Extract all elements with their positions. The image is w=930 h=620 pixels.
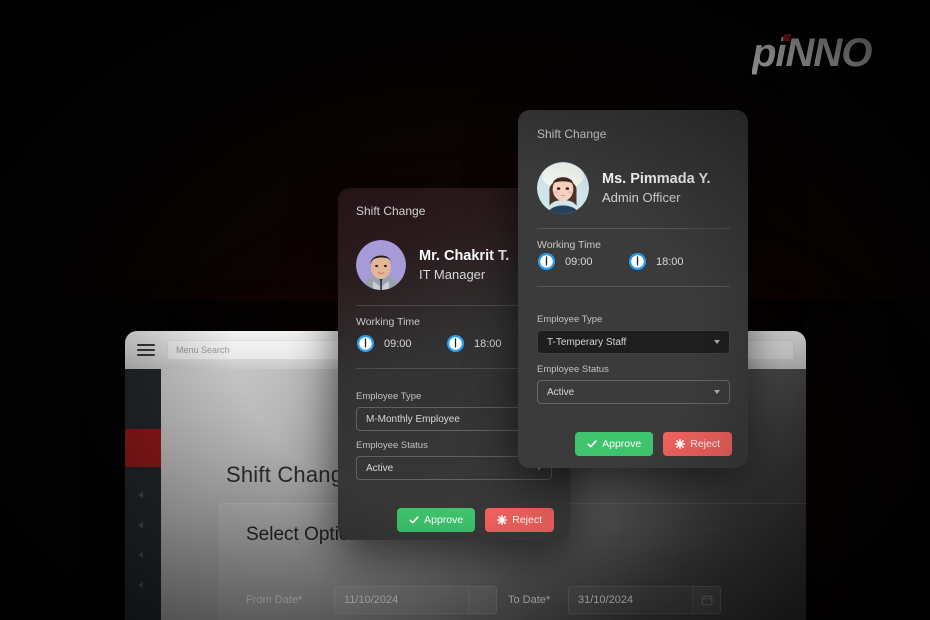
approve-button[interactable]: Approve [575,432,654,456]
working-time-label: Working Time [356,316,420,328]
sidebar-collapse-chevron-icon[interactable] [138,581,143,589]
modal-actions: Approve Reject [397,508,554,532]
employee-type-value: M-Monthly Employee [366,413,460,425]
employee-status-value: Active [366,462,394,474]
clock-icon [356,334,375,353]
avatar-pimmada [537,162,589,214]
from-date-input[interactable]: 11/10/2024 [334,586,469,614]
clock-icon [537,252,556,271]
working-time-start: 09:00 [356,334,412,353]
app-sidebar [125,369,161,620]
time-end-value: 18:00 [474,337,502,350]
sidebar-active-indicator [125,429,161,467]
page-title: Shift Change [226,462,356,487]
modal-title: Shift Change [537,127,607,141]
employee-status-label: Employee Status [356,440,428,451]
from-date-calendar-icon[interactable] [469,586,497,614]
working-time-start: 09:00 [537,252,593,271]
clock-icon [446,334,465,353]
person-name: Mr. Chakrit T. [419,248,510,264]
cross-icon [675,439,686,449]
time-start-value: 09:00 [384,337,412,350]
chevron-down-icon [714,340,720,344]
modal-title: Shift Change [356,204,426,218]
person-name: Ms. Pimmada Y. [602,171,711,187]
logo-text: piNNO [752,31,872,75]
employee-type-select[interactable]: T-Temperary Staff [537,330,730,354]
employee-type-value: T-Temperary Staff [547,336,627,348]
time-start-value: 09:00 [565,255,593,268]
from-date-label: From Date* [246,594,303,606]
time-end-value: 18:00 [656,255,684,268]
to-date-input[interactable]: 31/10/2024 [568,586,693,614]
person-role: IT Manager [419,267,486,282]
logo-dot [782,34,792,41]
person-block: Mr. Chakrit T. IT Manager [356,240,509,290]
reject-button[interactable]: Reject [663,432,732,456]
to-date-row: To Date* 31/10/2024 [508,586,721,614]
person-role: Admin Officer [602,190,681,205]
clock-icon [628,252,647,271]
sidebar-collapse-chevron-icon[interactable] [138,491,143,499]
employee-status-value: Active [547,386,575,398]
reject-label: Reject [690,438,720,450]
from-date-row: From Date* 11/10/2024 [246,586,497,614]
approve-label: Approve [602,438,642,450]
divider [537,286,730,287]
reject-button[interactable]: Reject [485,508,554,532]
working-time-label: Working Time [537,239,601,251]
check-icon [409,516,419,524]
employee-type-label: Employee Type [356,391,422,402]
reject-label: Reject [512,514,542,526]
to-date-label: To Date* [508,594,551,606]
divider [537,228,730,229]
shift-change-modal-pimmada: Shift Change Ms. Pimmada Y. Admin Office… [518,110,748,468]
approve-button[interactable]: Approve [397,508,476,532]
employee-status-select[interactable]: Active [537,380,730,404]
cross-icon [497,515,508,525]
working-time-end: 18:00 [628,252,684,271]
check-icon [587,440,597,448]
pinno-logo: piNNO [751,30,902,78]
to-date-calendar-icon[interactable] [693,586,721,614]
approve-label: Approve [424,514,464,526]
working-time-end: 18:00 [446,334,502,353]
avatar-chakrit [356,240,406,290]
modal-actions: Approve Reject [575,432,732,456]
hamburger-menu-icon[interactable] [137,344,155,356]
sidebar-collapse-chevron-icon[interactable] [138,521,143,529]
person-block: Ms. Pimmada Y. Admin Officer [537,162,711,214]
employee-status-label: Employee Status [537,364,609,375]
chevron-down-icon [714,390,720,394]
employee-type-label: Employee Type [537,314,603,325]
sidebar-collapse-chevron-icon[interactable] [138,551,143,559]
